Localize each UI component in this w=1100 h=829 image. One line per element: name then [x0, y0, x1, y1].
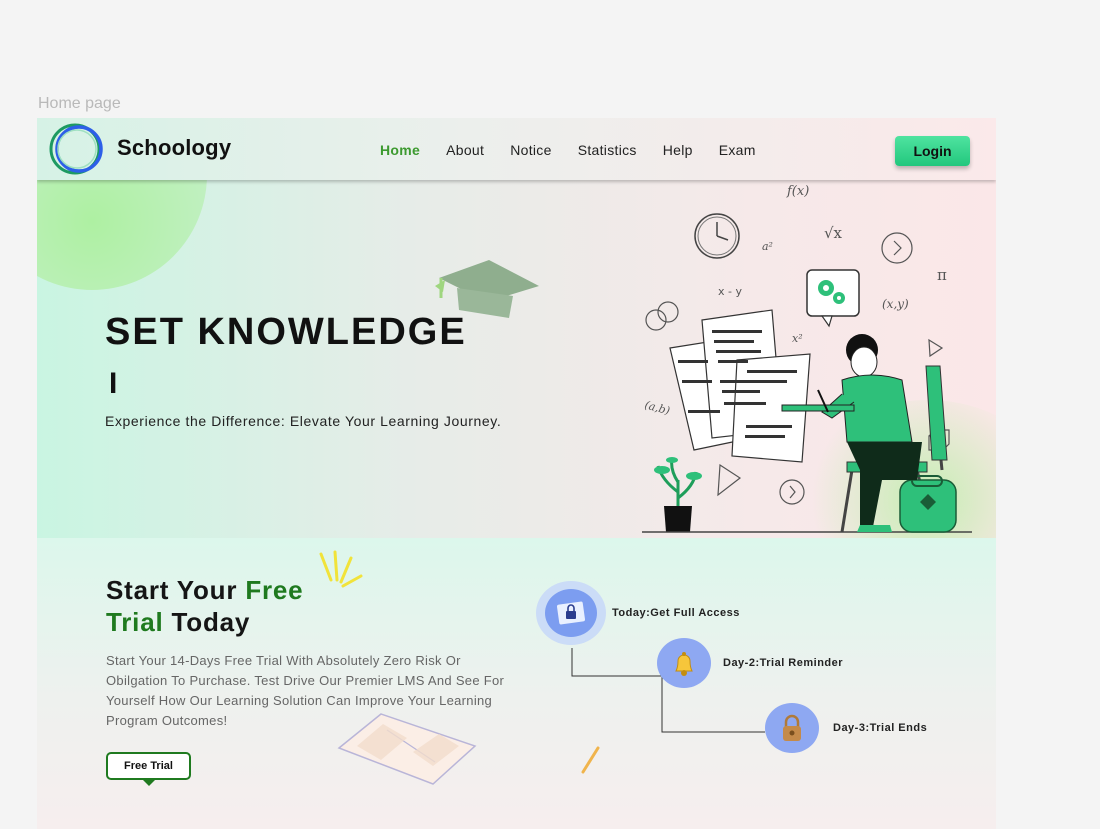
free-trial-button[interactable]: Free Trial: [106, 752, 191, 780]
bell-icon: [675, 652, 693, 676]
trial-step-2-ring: [657, 638, 711, 688]
nav-item-help[interactable]: Help: [663, 142, 693, 158]
formula-ab: (a,b): [643, 398, 671, 417]
open-book-icon: [337, 713, 477, 785]
trial-step-2-label: Day-2:Trial Reminder: [723, 657, 844, 669]
padlock-icon: [783, 714, 801, 741]
trial-step-1-ring: [536, 581, 606, 645]
page-frame: Schoology Home About Notice Statistics H…: [37, 118, 996, 829]
trial-step-3-label: Day-3:Trial Ends: [833, 722, 928, 734]
trial-heading: Start Your Free Trial Today: [106, 574, 303, 638]
formula-pi: π: [937, 266, 947, 284]
formula-xy: x - y: [718, 285, 742, 298]
sparkle-icon: [319, 550, 363, 588]
trial-heading-part1: Start Your: [106, 575, 246, 605]
top-navbar: Schoology Home About Notice Statistics H…: [37, 118, 996, 180]
trial-step-1-label: Today:Get Full Access: [612, 607, 740, 619]
formula-x2: x²: [792, 332, 803, 345]
student-studying-illustration: f(x) √x a² x - y π x² (x,y) (a,b): [642, 184, 972, 533]
brand-name[interactable]: Schoology: [117, 135, 231, 161]
formula-sqrt: √x: [824, 224, 843, 242]
trial-heading-highlight1: Free: [245, 575, 304, 605]
plant-icon: [656, 457, 698, 510]
nav-item-exam[interactable]: Exam: [719, 142, 756, 158]
typing-cursor: I: [109, 367, 118, 400]
trial-heading-part2: Today: [163, 607, 251, 637]
pencil-icon: [581, 746, 600, 774]
trial-step-3: Day-3:Trial Ends: [765, 703, 927, 753]
nav-item-about[interactable]: About: [446, 142, 484, 158]
free-trial-button-pointer: [143, 780, 155, 786]
trial-step-1: Today:Get Full Access: [536, 581, 740, 645]
hero-section: SET KNOWLEDGE I Experience the Differenc…: [37, 180, 996, 538]
lock-icon: [556, 601, 586, 625]
hero-title: SET KNOWLEDGE: [105, 311, 467, 353]
gears-speech-bubble: [806, 269, 860, 317]
trial-step-2: Day-2:Trial Reminder: [657, 638, 843, 688]
triangle-icon-2: [717, 463, 742, 497]
nav-item-home[interactable]: Home: [380, 142, 420, 158]
arrow-circle-icon-2: [779, 479, 805, 505]
login-button[interactable]: Login: [895, 136, 970, 166]
free-trial-section: Start Your Free Trial Today Start Your 1…: [37, 538, 996, 829]
triangle-icon: [928, 338, 944, 358]
formula-fx: f(x): [786, 184, 809, 199]
hero-subtitle: Experience the Difference: Elevate Your …: [105, 413, 502, 429]
formula-a2: a²: [762, 240, 773, 253]
main-nav: Home About Notice Statistics Help Exam: [380, 142, 782, 158]
logo-icon[interactable]: [49, 123, 105, 175]
trial-step-3-ring: [765, 703, 819, 753]
canvas-frame-label: Home page: [38, 95, 121, 112]
trial-heading-highlight2: Trial: [106, 607, 164, 637]
formula-coords: (x,y): [882, 297, 909, 311]
nav-item-statistics[interactable]: Statistics: [578, 142, 637, 158]
nav-item-notice[interactable]: Notice: [510, 142, 551, 158]
hero-decor-blob: [37, 180, 207, 290]
arrow-circle-icon: [881, 232, 913, 264]
